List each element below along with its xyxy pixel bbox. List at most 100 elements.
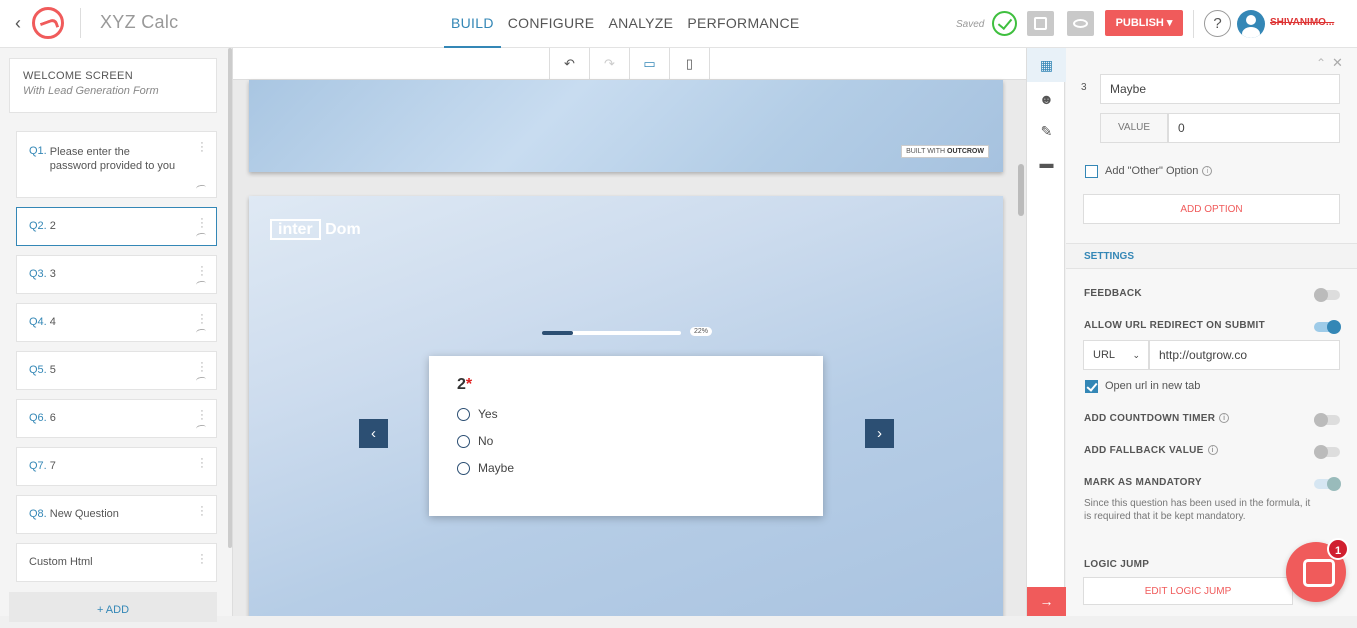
countdown-toggle[interactable] [1314,413,1340,427]
question-card-q4[interactable]: Q4. 4 · · · [16,303,217,342]
more-options-icon[interactable]: · · · [200,454,204,473]
radio-icon[interactable] [457,461,470,475]
more-options-icon[interactable]: · · · [200,310,204,329]
collapse-icon[interactable]: ⌃ [1316,56,1326,70]
question-card-q7[interactable]: Q7. 7 · · · [16,447,217,486]
radio-icon[interactable] [457,407,470,421]
tab-configure[interactable]: CONFIGURE [501,0,602,48]
question-card-q2[interactable]: Q2. 2 · · · [16,207,217,246]
chat-launcher-button[interactable]: 1 [1286,538,1349,602]
layout-grid-icon[interactable]: ▦ [1027,48,1066,82]
question-title-text: 2 [457,376,466,393]
more-options-icon[interactable]: · · · [200,550,204,569]
welcome-screen-card[interactable]: WELCOME SCREEN With Lead Generation Form [9,58,217,113]
progress-percent: 22% [690,327,713,336]
url-type-select[interactable]: URL ⌄ [1083,340,1149,370]
canvas-scrollbar[interactable] [1018,164,1024,216]
next-question-button[interactable]: › [865,419,894,448]
more-options-icon[interactable]: · · · [200,262,204,281]
redo-icon[interactable]: ↷ [590,48,630,80]
option-value-input[interactable]: 0 [1168,113,1340,143]
feedback-toggle[interactable] [1314,288,1340,302]
app-title: XYZ Calc [100,12,179,32]
countdown-row: ADD COUNTDOWN TIMER i [1084,413,1230,424]
url-input[interactable]: http://outgrow.co [1149,340,1340,370]
help-button[interactable]: ? [1204,10,1231,37]
settings-header: SETTINGS [1066,243,1357,269]
add-user-icon[interactable]: ☻ [1027,82,1066,116]
more-options-icon[interactable]: · · · [200,214,204,233]
built-with-badge[interactable]: BUILT WITH OUTCROW [901,145,989,158]
open-new-tab-label: Open url in new tab [1105,380,1201,392]
question-card-q1[interactable]: Q1. Please enter the password provided t… [16,131,217,198]
add-option-button[interactable]: ADD OPTION [1083,194,1340,224]
more-options-icon[interactable]: · · · [200,502,204,521]
eye-icon [1073,19,1088,28]
question-text: 2 [49,220,56,232]
saved-status: Saved [956,19,985,30]
question-card-q6[interactable]: Q6. 6 · · · [16,399,217,438]
more-options-icon[interactable]: · · · [200,406,204,425]
more-options-icon[interactable]: · · · [200,138,204,157]
toolbar-group: ↶ ↷ ▭ ▯ [549,48,710,80]
tab-analyze[interactable]: ANALYZE [601,0,680,48]
option-no[interactable]: No [457,434,795,448]
info-icon[interactable]: i [1219,413,1230,424]
question-number: Q3. [29,268,47,280]
question-card-q8[interactable]: Q8. New Question · · · [16,495,217,534]
option-yes[interactable]: Yes [457,407,795,421]
mandatory-toggle[interactable] [1314,477,1341,491]
outgrow-logo-icon[interactable] [32,7,64,39]
pencil-icon[interactable]: ✎ [1027,114,1066,148]
add-question-button[interactable]: + ADD [9,592,217,622]
question-card-q5[interactable]: Q5. 5 · · · [16,351,217,390]
undo-icon[interactable]: ↶ [550,48,590,80]
tab-performance[interactable]: PERFORMANCE [680,0,806,48]
tab-build[interactable]: BUILD [444,0,501,48]
built-with-brand: OUTCROW [947,148,984,155]
other-option-row: Add "Other" Option i [1105,165,1213,177]
back-arrow-icon[interactable]: ‹ [8,12,28,34]
username[interactable]: SHIVANIMO... [1270,17,1334,28]
logic-link-icon [195,376,207,384]
question-number: Q5. [29,364,47,376]
brand-logo-right: Dom [325,221,361,238]
publish-button[interactable]: PUBLISH ▾ [1105,10,1183,36]
option-label: Yes [478,407,498,421]
question-card: 2* Yes No Maybe [429,356,823,516]
close-icon[interactable]: ✕ [1332,55,1343,71]
option-index: 3 [1081,82,1087,93]
desktop-view-icon[interactable]: ▭ [630,48,670,80]
option-maybe[interactable]: Maybe [457,461,795,475]
question-text: 7 [49,460,56,472]
question-number: Q2. [29,220,47,232]
info-icon[interactable]: i [1202,166,1213,177]
avatar[interactable] [1237,10,1265,38]
question-preview-section[interactable]: inter Dom 22% ‹ › 2* Yes No Maybe [249,196,1003,616]
question-card-q3[interactable]: Q3. 3 · · · [16,255,217,294]
open-new-tab-checkbox[interactable] [1085,380,1098,393]
custom-html-card[interactable]: Custom Html · · · [16,543,217,582]
logic-link-icon [195,328,207,336]
question-text: New Question [49,508,119,520]
fallback-toggle[interactable] [1314,445,1340,459]
card-icon[interactable]: ▬ [1027,146,1066,180]
arrow-right-icon[interactable]: → [1027,587,1066,616]
preview-button[interactable] [1067,11,1094,36]
url-redirect-toggle[interactable] [1314,320,1341,334]
logic-link-icon [195,424,207,432]
info-icon[interactable]: i [1207,445,1218,456]
other-option-checkbox[interactable] [1085,165,1098,178]
divider [80,8,81,38]
value-label: VALUE [1100,113,1168,143]
question-sidebar: WELCOME SCREEN With Lead Generation Form… [0,48,233,622]
option-label-input[interactable]: Maybe [1100,74,1340,104]
more-options-icon[interactable]: · · · [200,358,204,377]
templates-button[interactable] [1027,11,1054,36]
prev-question-button[interactable]: ‹ [359,419,388,448]
edit-logic-jump-button[interactable]: EDIT LOGIC JUMP [1083,577,1293,605]
welcome-preview-section[interactable]: BUILT WITH OUTCROW [249,80,1003,172]
sidebar-scrollbar[interactable] [228,48,232,548]
mobile-view-icon[interactable]: ▯ [670,48,710,80]
radio-icon[interactable] [457,434,470,448]
